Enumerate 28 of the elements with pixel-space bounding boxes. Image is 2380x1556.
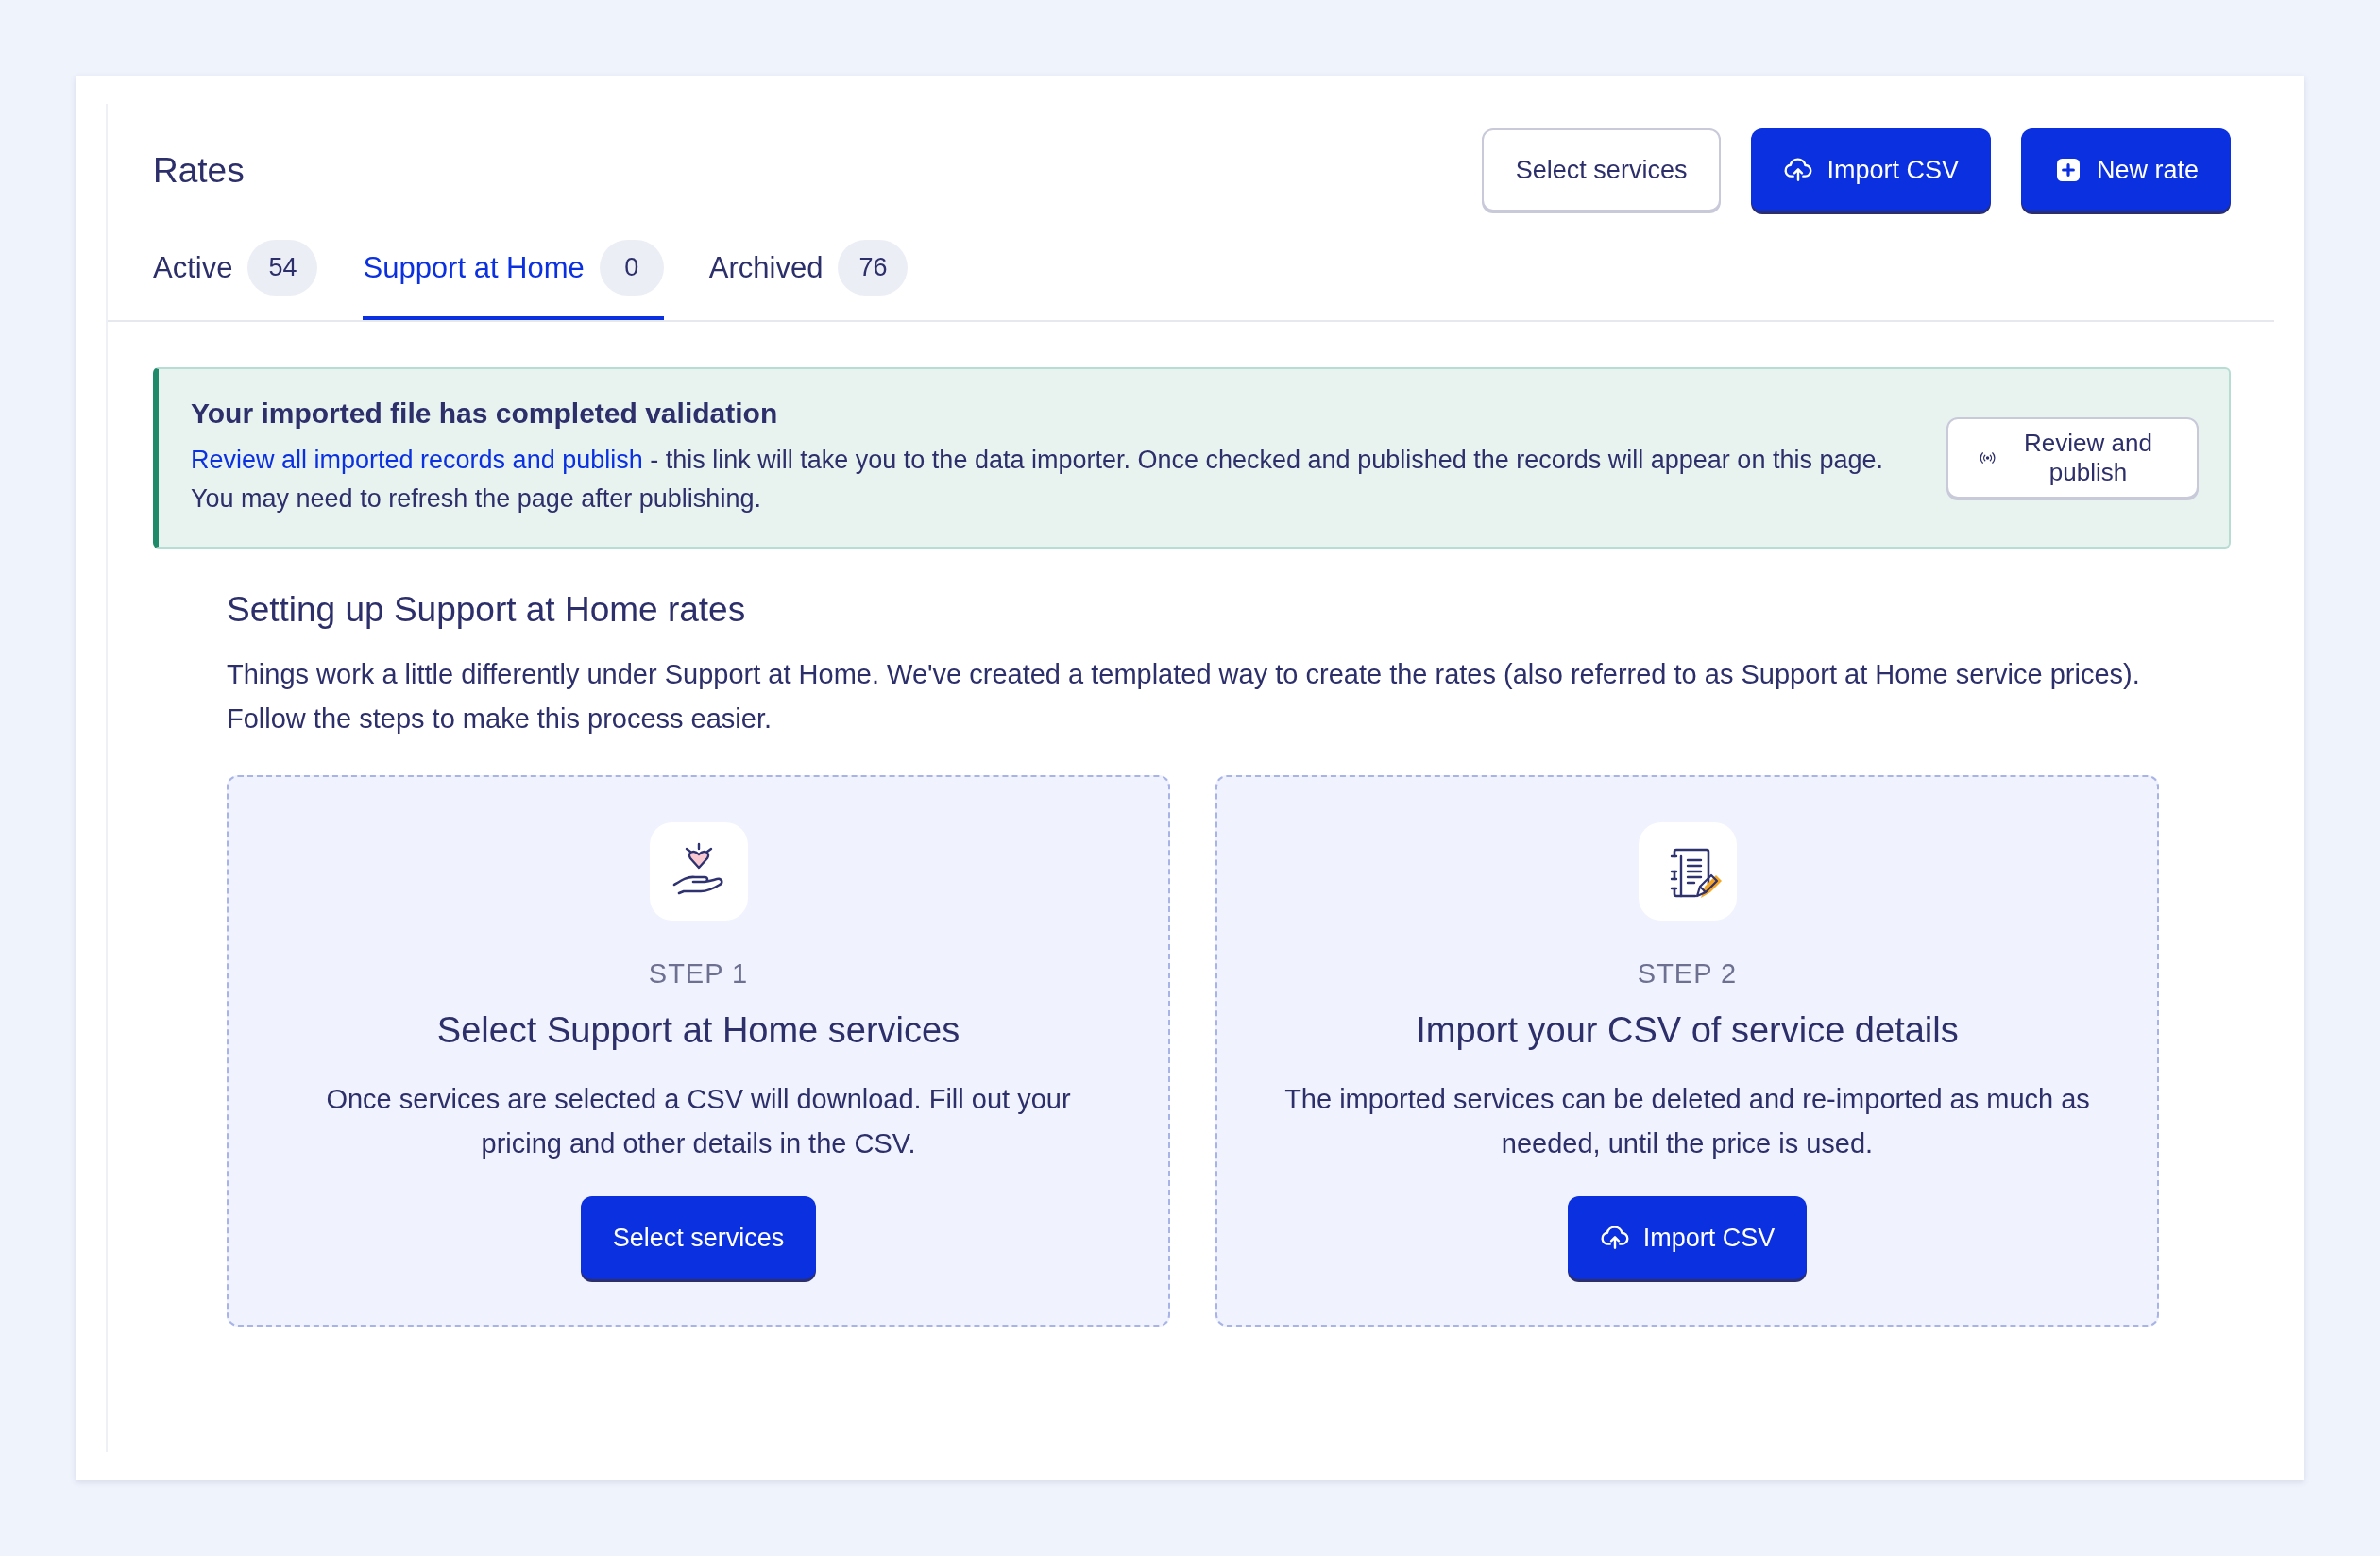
- step-label: STEP 1: [648, 958, 749, 989]
- step-description: Once services are selected a CSV will download. Fill out your pricing and other details in the CSV.: [325, 1083, 1072, 1160]
- import-csv-button[interactable]: Import CSV: [1567, 1196, 1808, 1279]
- new-rate-button[interactable]: New rate: [2020, 128, 2231, 211]
- select-services-button[interactable]: Select services: [1481, 128, 1722, 211]
- banner-message: Review all imported records and publish - this link will take you to the data importer. Once checked and published the records will appear on this page. You may need to refresh the page after publishing.: [191, 445, 1884, 515]
- page-title: Rates: [153, 151, 246, 191]
- review-records-link[interactable]: Review all imported records and publish: [191, 446, 643, 474]
- step-description: The imported services can be deleted and re-imported as much as needed, until the price is used.: [1284, 1083, 2091, 1160]
- tab[interactable]: Active 54: [153, 240, 318, 320]
- count-badge: 54: [247, 240, 318, 296]
- import-csv-button[interactable]: Import CSV: [1751, 128, 1991, 211]
- step-title: Select Support at Home services: [436, 1010, 960, 1051]
- tab-label: Active: [153, 250, 233, 285]
- review-and-publish-button[interactable]: Review and publish: [1946, 417, 2199, 499]
- select-services-button[interactable]: Select services: [580, 1196, 817, 1279]
- tab[interactable]: Support at Home 0: [363, 240, 664, 320]
- count-badge: 0: [599, 240, 664, 296]
- count-badge: 76: [838, 240, 909, 296]
- section-heading: Setting up Support at Home rates: [227, 590, 747, 630]
- notepad-pencil-icon: [1638, 822, 1737, 921]
- section-description: Things work a little differently under Support at Home. We've created a templated way to create the rates (also referred to as Support at Home service prices). Follow the steps to make this process easier.: [227, 658, 2141, 736]
- tab-label: Support at Home: [363, 250, 585, 285]
- tab-label: Archived: [708, 250, 824, 285]
- banner-title: Your imported file has completed validation: [191, 397, 779, 430]
- tab[interactable]: Archived 76: [708, 240, 909, 320]
- step-title: Import your CSV of service details: [1416, 1010, 1959, 1051]
- step-label: STEP 2: [1637, 958, 1738, 989]
